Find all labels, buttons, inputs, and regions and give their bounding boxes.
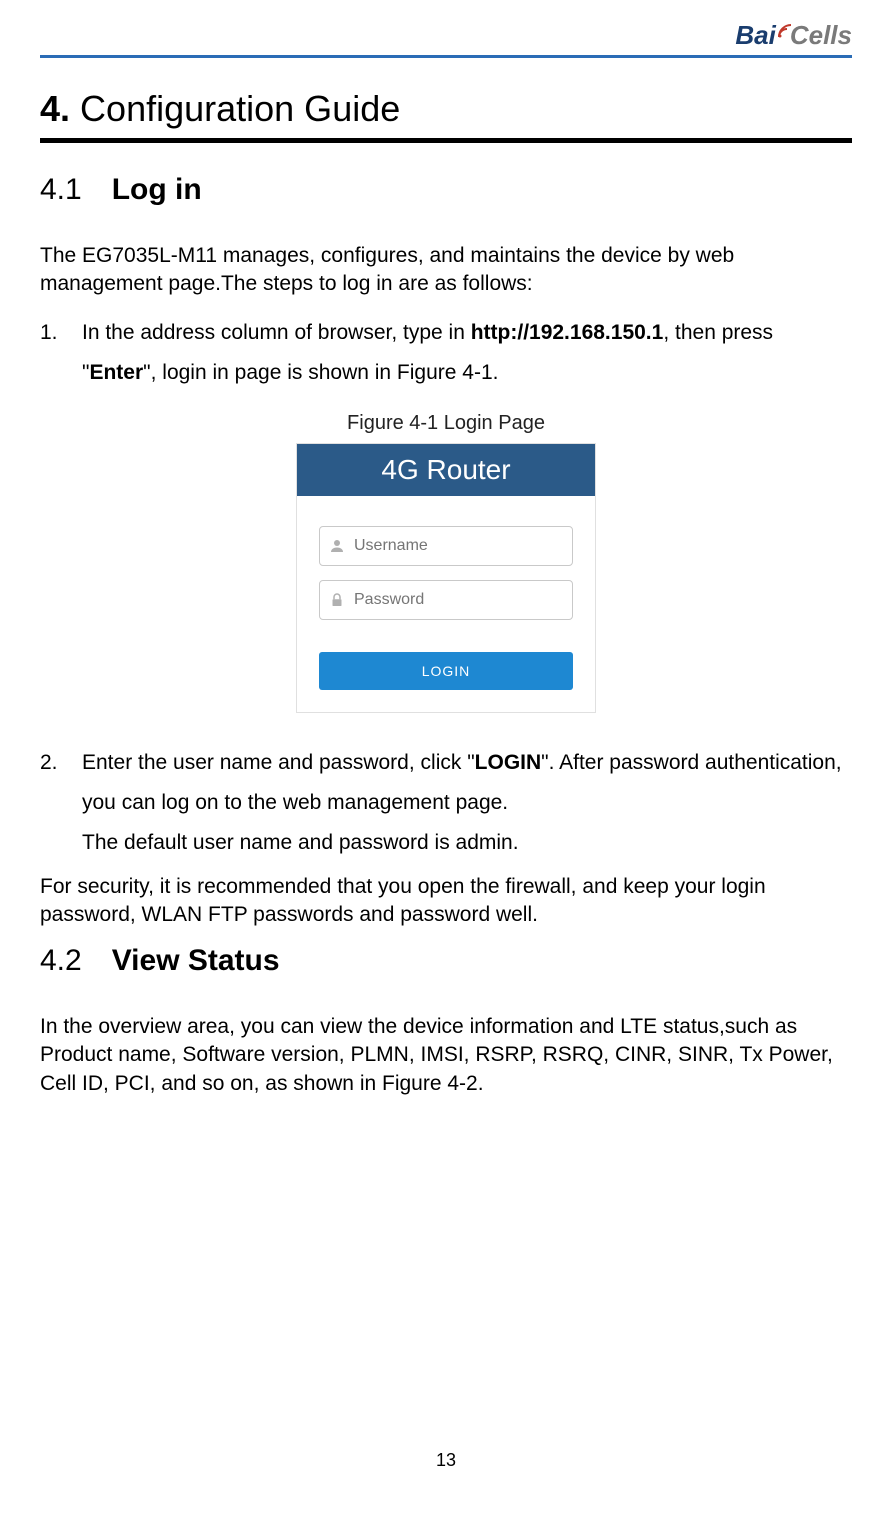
brand-logo: Bai Cells [735,20,852,51]
username-input[interactable] [354,537,572,555]
step2-default: The default user name and password is ad… [82,831,519,854]
username-field[interactable] [319,526,573,566]
login-page-figure: 4G Router LOGIN [296,443,596,713]
step2-pre: Enter the user name and password, click … [82,751,475,774]
step-body: Enter the user name and password, click … [82,743,852,863]
section-title: View Status [112,944,280,978]
logo-text-cells: Cells [790,20,852,51]
section-number: 4.2 [40,944,82,978]
section-heading-login: 4.1 Log in [40,173,852,207]
page-header: Bai Cells [40,20,852,58]
page-number: 13 [0,1450,892,1471]
status-paragraph: In the overview area, you can view the d… [40,1013,852,1098]
login-body: LOGIN [297,496,595,712]
intro-paragraph: The EG7035L-M11 manages, configures, and… [40,242,852,299]
user-icon [320,537,354,555]
figure-caption: Figure 4-1 Login Page [40,412,852,435]
chapter-title: Configuration Guide [80,88,400,129]
security-note: For security, it is recommended that you… [40,873,852,930]
chapter-heading: 4. Configuration Guide [40,88,852,130]
heading-rule [40,138,852,143]
section-title: Log in [112,173,202,207]
step-number: 1. [40,313,64,393]
login-button[interactable]: LOGIN [319,652,573,690]
step1-post: ", login in page is shown in Figure 4-1. [143,361,498,384]
step2-login: LOGIN [475,751,542,774]
step-1: 1. In the address column of browser, typ… [40,313,852,393]
chapter-number: 4. [40,88,70,129]
step1-url: http://192.168.150.1 [471,321,664,344]
logo-text-bai: Bai [735,20,775,51]
section-heading-status: 4.2 View Status [40,944,852,978]
step-2: 2. Enter the user name and password, cli… [40,743,852,863]
password-field[interactable] [319,580,573,620]
section-number: 4.1 [40,173,82,207]
lock-icon [320,591,354,609]
step1-enter: Enter [89,361,143,384]
step1-pre: In the address column of browser, type i… [82,321,471,344]
step-number: 2. [40,743,64,863]
step-body: In the address column of browser, type i… [82,313,852,393]
password-input[interactable] [354,591,572,609]
login-header: 4G Router [297,444,595,496]
signal-icon [778,24,792,38]
